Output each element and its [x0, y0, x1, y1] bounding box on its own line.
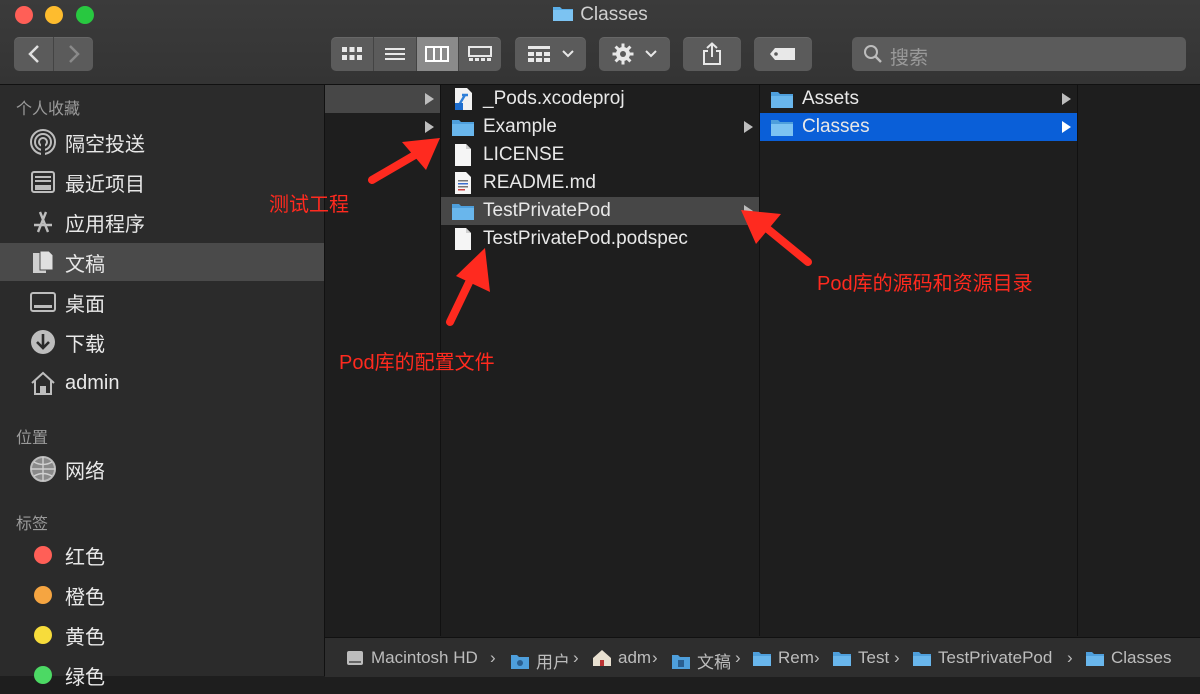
annotation-arrows: [368, 138, 812, 326]
annotation-arrow-pod-config: [446, 248, 490, 326]
annotation-pod-source: Pod库的源码和资源目录: [817, 273, 1033, 295]
annotation-arrow-test-project: [368, 138, 440, 184]
annotation-arrow-pod-source: [741, 210, 812, 266]
annotation-pod-config: Pod库的配置文件: [339, 352, 495, 374]
annotation-test-project: 测试工程: [269, 194, 349, 216]
